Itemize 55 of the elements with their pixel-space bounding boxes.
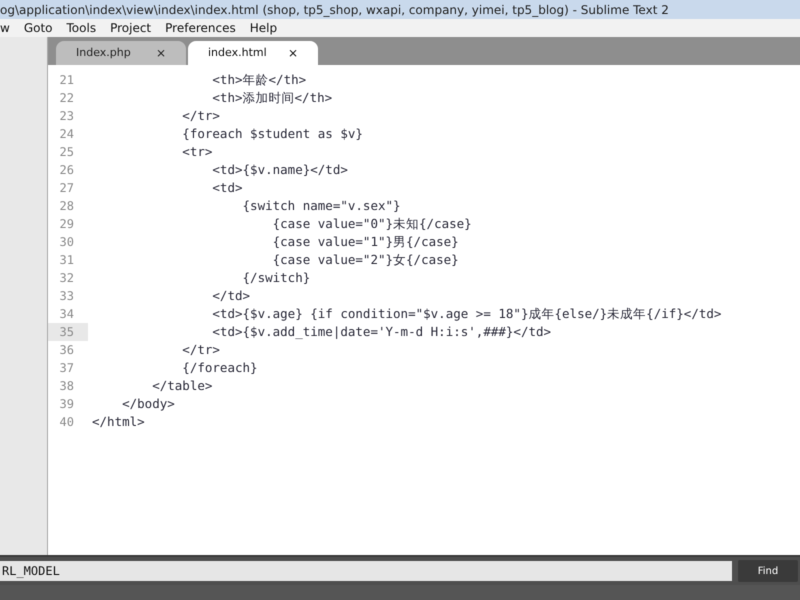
line-number: 35 xyxy=(48,323,88,341)
code-line: </html> xyxy=(91,412,145,431)
code-line: </td> xyxy=(211,286,250,305)
code-line: <tr> xyxy=(181,142,212,161)
code-line: {case value="2"}女{/case} xyxy=(272,250,459,269)
line-number: 23 xyxy=(58,108,75,125)
menu-item[interactable]: Tools xyxy=(66,19,96,37)
code-line: {/foreach} xyxy=(181,358,258,377)
code-line: <td>{$v.add_time|date='Y-m-d H:i:s',###}</td> xyxy=(211,322,552,341)
tab[interactable]: index.html × xyxy=(188,41,318,65)
code-line: <th>年龄</th> xyxy=(211,70,306,89)
code-line: {foreach $student as $v} xyxy=(181,124,363,143)
code-line: <th>添加时间</th> xyxy=(211,88,332,107)
menu-item[interactable]: Goto xyxy=(24,19,53,37)
line-number: 33 xyxy=(58,288,75,305)
tab[interactable]: Index.php × xyxy=(56,41,186,65)
menu-item[interactable]: Project xyxy=(110,19,152,37)
code-line: </tr> xyxy=(181,340,220,359)
line-number: 27 xyxy=(58,180,75,197)
menu-item[interactable]: Help xyxy=(250,19,278,37)
line-number: 39 xyxy=(58,396,75,413)
line-number: 32 xyxy=(58,270,75,287)
line-number: 28 xyxy=(58,198,75,215)
line-number: 25 xyxy=(58,144,75,161)
code-line: {switch name="v.sex"} xyxy=(242,196,401,215)
code-line: {/switch} xyxy=(242,268,310,287)
tab-close-button[interactable]: × xyxy=(288,44,298,62)
line-number: 30 xyxy=(58,234,75,251)
tab-label: Index.php xyxy=(76,44,131,61)
code-line: <td>{$v.name}</td> xyxy=(211,160,348,179)
menu-item[interactable]: w xyxy=(0,19,10,37)
code-line: </tr> xyxy=(181,106,220,125)
line-number: 24 xyxy=(58,126,75,143)
line-number: 40 xyxy=(58,414,75,431)
code-line: {case value="1"}男{/case} xyxy=(272,232,459,251)
window-title: og\application\index\view\index\index.html (shop, tp5_shop, wxapi, company, yimei, tp5_blog) - Sublime Text 2 xyxy=(0,2,669,18)
line-number: 37 xyxy=(58,360,75,377)
code-line: {case value="0"}未知{/case} xyxy=(272,214,472,233)
line-number: 29 xyxy=(58,216,75,233)
line-number: 34 xyxy=(58,306,75,323)
tab-label: index.html xyxy=(208,44,267,61)
code-line: </table> xyxy=(151,376,212,395)
line-number: 31 xyxy=(58,252,75,269)
menu-item[interactable]: Preferences xyxy=(165,19,236,37)
line-number: 38 xyxy=(58,378,75,395)
code-line: </body> xyxy=(121,394,175,413)
line-number: 22 xyxy=(58,90,75,107)
line-number: 26 xyxy=(58,162,75,179)
line-number: 21 xyxy=(58,72,75,89)
code-line: <td> xyxy=(211,178,243,197)
line-number: 36 xyxy=(58,342,75,359)
find-field[interactable]: RL_MODEL xyxy=(0,561,732,581)
code-line: <td>{$v.age} {if condition="$v.age >= 18"}成年{else/}未成年{/if}</td> xyxy=(211,304,722,323)
tab-close-button[interactable]: × xyxy=(156,44,166,62)
find-button[interactable]: Find xyxy=(738,560,798,582)
